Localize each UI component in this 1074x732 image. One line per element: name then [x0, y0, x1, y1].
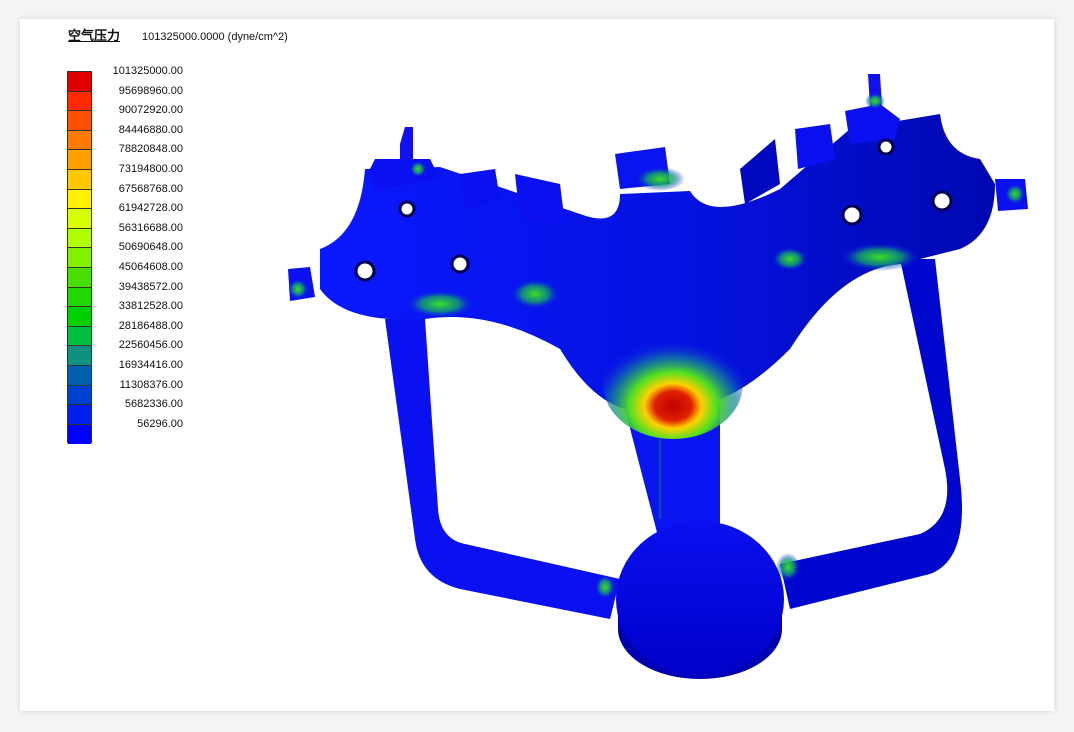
base-disk: [616, 521, 784, 679]
pressure-result-model[interactable]: [20, 19, 1054, 711]
result-viewport[interactable]: 空气压力 101325000.0000 (dyne/cm^2) 10132500…: [20, 19, 1054, 711]
